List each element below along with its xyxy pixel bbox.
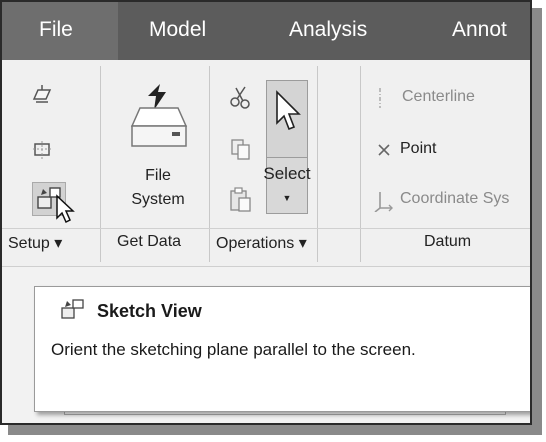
sketch-setup-icon (32, 85, 52, 103)
tooltip-description: Orient the sketching plane parallel to t… (51, 340, 416, 359)
paste-icon (230, 187, 251, 212)
app-window: File Model Analysis Annot File System Se… (0, 0, 532, 425)
window-shadow (8, 425, 542, 435)
chevron-down-icon: ▼ (282, 193, 292, 203)
tooltip-title: Sketch View (97, 301, 202, 321)
group-label-setup[interactable]: Setup ▾ (8, 233, 62, 253)
sketch-plane-button[interactable] (30, 138, 54, 162)
paste-button[interactable] (228, 186, 254, 214)
select-arrow-icon (276, 90, 301, 131)
tab-annotate[interactable]: Annot (452, 18, 507, 42)
point-button[interactable]: Point (372, 138, 512, 162)
select-dropdown-button[interactable]: Select ▼ (263, 158, 311, 214)
group-divider (317, 66, 318, 262)
file-system-button[interactable]: File System (112, 80, 204, 222)
copy-icon (231, 139, 250, 160)
point-icon (378, 144, 390, 156)
group-divider (100, 66, 101, 262)
copy-button[interactable] (228, 136, 254, 162)
group-label-divider (2, 228, 530, 229)
sketch-setup-button[interactable] (30, 82, 54, 106)
select-button[interactable] (266, 80, 308, 158)
sketch-plane-icon (33, 141, 51, 159)
group-label-datum: Datum (424, 233, 472, 250)
cut-button[interactable] (228, 84, 254, 110)
tab-model[interactable]: Model (149, 18, 206, 42)
group-divider (209, 66, 210, 262)
centerline-icon (379, 88, 381, 108)
mouse-pointer-icon (56, 194, 75, 224)
centerline-button[interactable]: Centerline (372, 86, 512, 110)
file-system-icon (130, 84, 188, 147)
tab-file[interactable]: File (2, 2, 118, 60)
window-shadow (532, 8, 542, 433)
sketch-view-tooltip: Sketch View Orient the sketching plane p… (34, 286, 530, 412)
group-label-operations[interactable]: Operations ▾ (216, 233, 307, 253)
coordinate-system-button[interactable]: Coordinate Sys (372, 188, 530, 212)
cut-icon (230, 86, 250, 109)
sketch-view-tooltip-icon (61, 299, 84, 319)
coordinate-system-icon (374, 192, 393, 212)
file-system-label: File System (131, 167, 185, 208)
group-divider (360, 66, 361, 262)
ribbon-tab-bar: File Model Analysis Annot (2, 2, 530, 60)
group-label-get-data: Get Data (117, 233, 182, 250)
tab-analysis[interactable]: Analysis (289, 18, 367, 42)
mouse-pointer (54, 194, 80, 226)
